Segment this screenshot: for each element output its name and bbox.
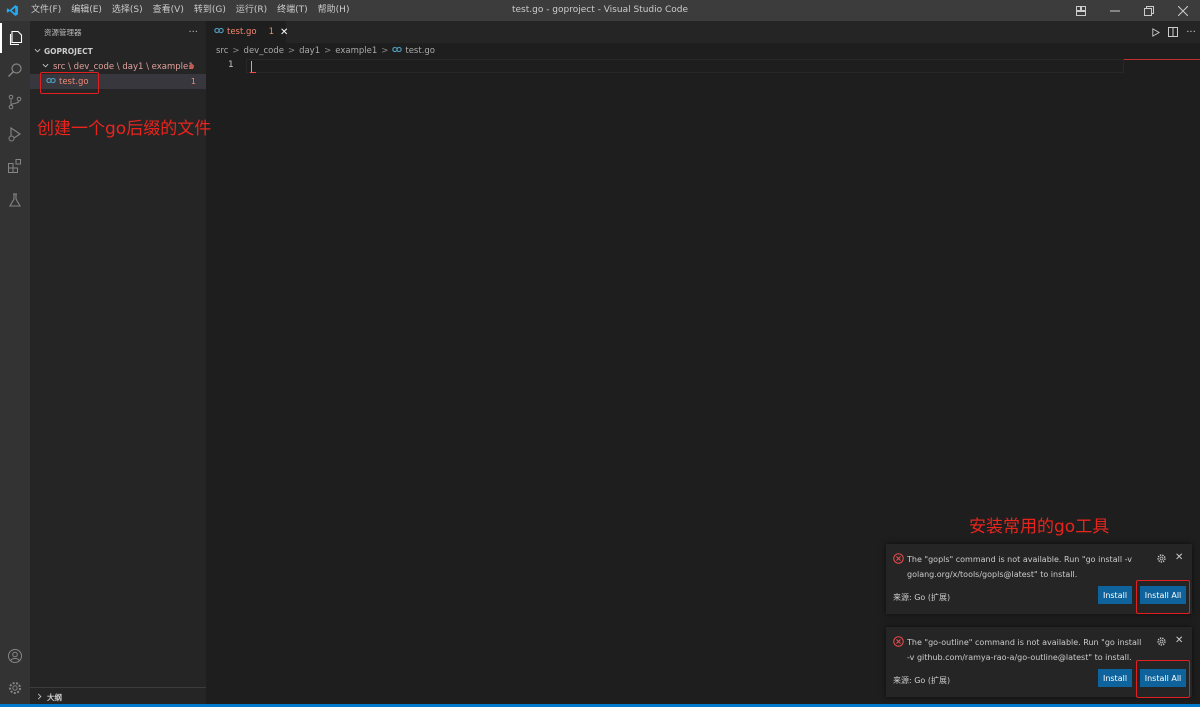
menu-selection[interactable]: 选择(S) bbox=[107, 0, 148, 21]
go-file-icon bbox=[392, 46, 403, 56]
restore-icon[interactable] bbox=[1132, 0, 1166, 21]
menu-help[interactable]: 帮助(H) bbox=[313, 0, 355, 21]
editor-actions: ··· bbox=[1146, 21, 1200, 43]
annotation-box-install-all-1 bbox=[1136, 580, 1190, 614]
go-file-icon bbox=[214, 27, 224, 37]
breadcrumb-src[interactable]: src bbox=[216, 46, 228, 56]
more-actions-icon[interactable]: ··· bbox=[188, 27, 198, 38]
explorer-title: 资源管理器 bbox=[44, 27, 82, 37]
vscode-logo-icon bbox=[2, 0, 22, 21]
breadcrumb-file[interactable]: test.go bbox=[405, 46, 435, 56]
breadcrumb: src > dev_code > day1 > example1 > test.… bbox=[206, 43, 1200, 59]
menu-go[interactable]: 转到(G) bbox=[189, 0, 231, 21]
chevron-right-icon: > bbox=[232, 46, 240, 56]
menu-terminal[interactable]: 终端(T) bbox=[272, 0, 313, 21]
install-button[interactable]: Install bbox=[1098, 669, 1132, 687]
tab-problem-count: 1 bbox=[268, 27, 275, 37]
breadcrumb-example1[interactable]: example1 bbox=[335, 46, 377, 56]
error-icon bbox=[893, 636, 904, 650]
notification-source: 来源: Go (扩展) bbox=[893, 593, 951, 602]
run-debug-icon[interactable] bbox=[0, 119, 30, 149]
file-error-count: 1 bbox=[190, 77, 196, 86]
current-line-highlight bbox=[246, 59, 1124, 73]
close-tab-icon[interactable]: ✕ bbox=[280, 27, 288, 38]
error-icon bbox=[893, 553, 904, 567]
menu-edit[interactable]: 编辑(E) bbox=[66, 0, 107, 21]
activity-bar bbox=[0, 21, 30, 707]
menu-run[interactable]: 运行(R) bbox=[231, 0, 272, 21]
chevron-down-icon bbox=[34, 47, 41, 56]
chevron-right-icon bbox=[36, 693, 43, 702]
explorer-icon[interactable] bbox=[0, 23, 30, 53]
run-icon[interactable] bbox=[1146, 21, 1164, 43]
source-control-icon[interactable] bbox=[0, 87, 30, 117]
breadcrumb-dev-code[interactable]: dev_code bbox=[244, 46, 284, 56]
split-editor-icon[interactable] bbox=[1164, 21, 1182, 43]
notification-message: The "go-outline" command is not availabl… bbox=[907, 638, 1142, 662]
modified-dot-icon bbox=[189, 64, 194, 69]
explorer-header: 资源管理器 ··· bbox=[30, 21, 206, 43]
annotation-create-file: 创建一个go后缀的文件 bbox=[37, 119, 212, 139]
close-icon[interactable]: ✕ bbox=[1175, 552, 1183, 563]
overview-ruler-error bbox=[1124, 59, 1200, 60]
account-icon[interactable] bbox=[0, 641, 30, 671]
menu-file[interactable]: 文件(F) bbox=[26, 0, 66, 21]
chevron-right-icon: > bbox=[287, 46, 296, 56]
close-window-icon[interactable] bbox=[1166, 0, 1200, 21]
tab-test-go[interactable]: test.go 1 ✕ bbox=[206, 21, 288, 43]
annotation-box-file bbox=[40, 72, 99, 94]
workspace-section[interactable]: GOPROJECT bbox=[30, 43, 206, 59]
title-bar: 文件(F) 编辑(E) 选择(S) 查看(V) 转到(G) 运行(R) 终端(T… bbox=[0, 0, 1200, 21]
window-controls bbox=[1064, 0, 1200, 21]
gear-icon[interactable] bbox=[1156, 636, 1167, 650]
extensions-icon[interactable] bbox=[0, 151, 30, 181]
chevron-right-icon: > bbox=[381, 46, 389, 56]
breadcrumb-day1[interactable]: day1 bbox=[299, 46, 320, 56]
chevron-right-icon: > bbox=[324, 46, 332, 56]
folder-path: src \ dev_code \ day1 \ example1 bbox=[53, 61, 194, 72]
workspace-name: GOPROJECT bbox=[44, 46, 93, 56]
annotation-box-install-all-2 bbox=[1136, 660, 1190, 698]
chevron-down-icon bbox=[42, 62, 49, 72]
outline-title: 大纲 bbox=[47, 693, 62, 702]
annotation-install-tools: 安装常用的go工具 bbox=[969, 517, 1110, 537]
tab-bar: test.go 1 ✕ ··· bbox=[206, 21, 1200, 43]
install-button[interactable]: Install bbox=[1098, 586, 1132, 604]
search-icon[interactable] bbox=[0, 55, 30, 85]
testing-icon[interactable] bbox=[0, 185, 30, 215]
close-icon[interactable]: ✕ bbox=[1175, 635, 1183, 646]
menu-bar: 文件(F) 编辑(E) 选择(S) 查看(V) 转到(G) 运行(R) 终端(T… bbox=[26, 0, 354, 21]
more-actions-icon[interactable]: ··· bbox=[1182, 21, 1200, 43]
minimize-icon[interactable] bbox=[1098, 0, 1132, 21]
tab-label: test.go bbox=[227, 27, 257, 37]
notification-source: 来源: Go (扩展) bbox=[893, 676, 951, 685]
settings-gear-icon[interactable] bbox=[0, 673, 30, 703]
line-number: 1 bbox=[228, 60, 234, 70]
notification-message: The "gopls" command is not available. Ru… bbox=[907, 555, 1132, 579]
gear-icon[interactable] bbox=[1156, 553, 1167, 567]
menu-view[interactable]: 查看(V) bbox=[148, 0, 189, 21]
error-squiggle bbox=[250, 71, 256, 73]
layout-icon[interactable] bbox=[1064, 0, 1098, 21]
